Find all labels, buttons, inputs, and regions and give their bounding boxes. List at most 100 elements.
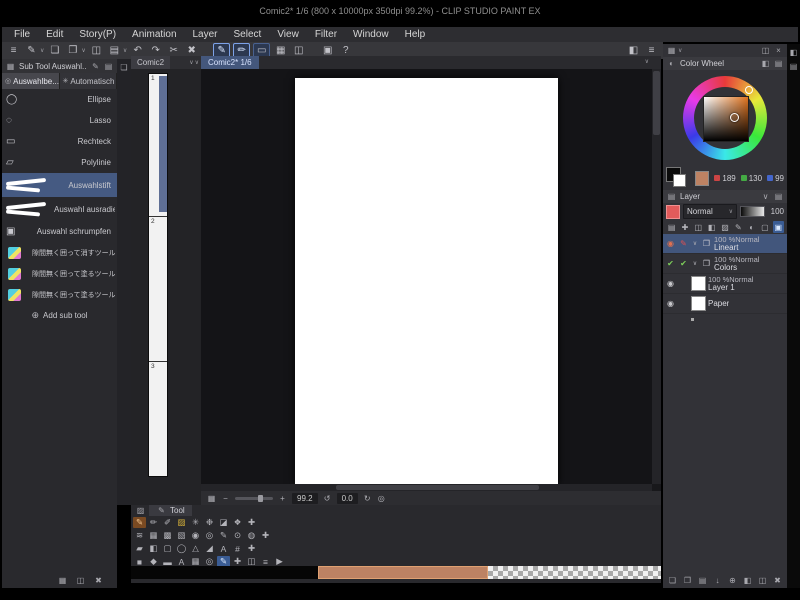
delete-subtool-icon[interactable]: ✖ bbox=[93, 575, 104, 586]
corner-tool-icon[interactable]: ◢ bbox=[203, 543, 216, 554]
visible-area-indicator[interactable] bbox=[159, 76, 167, 212]
layer-mask-icon[interactable]: ◐ bbox=[746, 221, 757, 233]
layer-expand-icon[interactable]: ∨ bbox=[691, 240, 699, 247]
subtool-item[interactable]: Auswahlstift bbox=[2, 173, 117, 197]
subtool-item[interactable]: ◌ Lasso bbox=[2, 110, 117, 131]
rotation-value[interactable]: 0.0 bbox=[336, 492, 358, 504]
layer-row[interactable]: ✔ ✔ ∨ ❐ 100 %Normal Colors bbox=[663, 254, 787, 274]
subtool-menu-icon[interactable]: ▤ bbox=[103, 61, 114, 72]
main-menu-icon[interactable]: ≡ bbox=[6, 44, 21, 58]
history-panel-tab-icon[interactable]: ▤ bbox=[788, 61, 799, 72]
layer-visibility-icon[interactable]: ◉ bbox=[665, 279, 676, 288]
close-panel-icon[interactable]: × bbox=[773, 45, 784, 56]
merge-down-icon[interactable]: ↓ bbox=[712, 575, 723, 586]
mix-tool-icon[interactable]: ◍ bbox=[245, 530, 258, 541]
color-wheel-mode-icon[interactable]: ◐ bbox=[666, 58, 677, 69]
layer-panel-menu-icon[interactable]: ▤ bbox=[773, 191, 784, 202]
canvas-tab[interactable]: Comic2* 1/6 bbox=[201, 55, 259, 70]
subtool-item[interactable]: ▭ Rechteck bbox=[2, 131, 117, 152]
layer-panel-chevron-icon[interactable]: ∨ bbox=[760, 191, 771, 202]
rotate-left-icon[interactable]: ↺ bbox=[322, 494, 333, 503]
layer-thumbnail[interactable] bbox=[691, 296, 706, 311]
decoration-tool-icon[interactable]: ❉ bbox=[203, 517, 216, 528]
operation-tool-icon[interactable]: ✚ bbox=[245, 517, 258, 528]
subtool-item[interactable]: 隙間無く囲って消すツール 参照 bbox=[2, 242, 117, 263]
reset-view-icon[interactable]: ◎ bbox=[376, 494, 387, 503]
ellipse-figure-tool-icon[interactable]: ◯ bbox=[175, 543, 188, 554]
transparent-color-segment[interactable] bbox=[488, 566, 661, 579]
black-color-segment[interactable] bbox=[131, 566, 318, 579]
subtool-item[interactable]: ▱ Polylinie bbox=[2, 152, 117, 173]
two-pane-icon[interactable]: ◫ bbox=[757, 575, 768, 586]
bg-color-swatch[interactable] bbox=[673, 174, 686, 187]
zoom-slider-thumb[interactable] bbox=[257, 494, 263, 502]
plus-tool-icon[interactable]: ✚ bbox=[245, 543, 258, 554]
layer-blend-icon[interactable]: ▤ bbox=[666, 221, 677, 233]
export-icon-chevron[interactable]: ∨ bbox=[123, 47, 127, 54]
vertical-scrollbar-thumb[interactable] bbox=[653, 71, 660, 135]
layer-thumbnail[interactable] bbox=[691, 276, 706, 291]
layer-visibility-icon[interactable]: ✔ bbox=[665, 259, 676, 268]
pin-panel-icon[interactable]: ▦ bbox=[57, 575, 68, 586]
tone-tool-icon[interactable]: ▦ bbox=[147, 530, 160, 541]
rotate-right-icon[interactable]: ↻ bbox=[362, 494, 373, 503]
color-menu-icon[interactable]: ▤ bbox=[773, 58, 784, 69]
blend-tool-icon[interactable]: ❖ bbox=[231, 517, 244, 528]
sv-cursor[interactable] bbox=[730, 113, 739, 122]
fill-tool-icon[interactable]: ▨ bbox=[175, 517, 188, 528]
subtool-tab-auswahlbe[interactable]: ◎ Auswahlbe... bbox=[2, 73, 60, 89]
frame-border-tool-icon[interactable]: ◧ bbox=[147, 543, 160, 554]
zoom-out-icon[interactable]: − bbox=[220, 494, 231, 503]
duplicate-subtool-icon[interactable]: ◫ bbox=[75, 575, 86, 586]
layer-move-icon[interactable]: ✚ bbox=[679, 221, 690, 233]
layer-row[interactable]: ◉ ✎ ∨ ❐ 100 %Normal Lineart bbox=[663, 234, 787, 254]
layer-panel-title[interactable]: Layer bbox=[680, 192, 757, 201]
menu-view[interactable]: View bbox=[269, 27, 307, 42]
color-wheel-title[interactable]: Color Wheel bbox=[680, 59, 757, 68]
menu-file[interactable]: File bbox=[6, 27, 38, 42]
menu-animation[interactable]: Animation bbox=[124, 27, 184, 42]
combine-icon[interactable]: ⊕ bbox=[727, 575, 738, 586]
menu-select[interactable]: Select bbox=[226, 27, 270, 42]
open-file-icon[interactable]: ❐ bbox=[65, 44, 80, 58]
ruler-tool-icon[interactable]: ▢ bbox=[161, 543, 174, 554]
drawing-page[interactable] bbox=[295, 78, 558, 484]
layer-mask-create-icon[interactable]: ◧ bbox=[742, 575, 753, 586]
text-tool-icon[interactable]: A bbox=[217, 543, 230, 554]
layer-expand-icon[interactable]: ∨ bbox=[691, 260, 699, 267]
layer-row[interactable]: ◉ Paper bbox=[663, 294, 787, 314]
horizontal-scrollbar-thumb[interactable] bbox=[336, 485, 540, 490]
eyedropper-tool-icon[interactable]: ◉ bbox=[189, 530, 202, 541]
save-icon[interactable]: ◫ bbox=[89, 44, 104, 58]
pattern-tool-icon[interactable]: ▩ bbox=[161, 530, 174, 541]
grid-tool-icon[interactable]: # bbox=[231, 543, 244, 554]
palette-color-chip[interactable] bbox=[666, 204, 680, 219]
focus-tool-icon[interactable]: ⊙ bbox=[231, 530, 244, 541]
gradient-tool-icon[interactable]: ≋ bbox=[133, 530, 146, 541]
circle-tool-icon[interactable]: ◎ bbox=[203, 530, 216, 541]
export-icon[interactable]: ▤ bbox=[107, 44, 122, 58]
menu-filter[interactable]: Filter bbox=[307, 27, 345, 42]
page-segment[interactable]: 1 bbox=[149, 74, 167, 217]
menu-storyp[interactable]: Story(P) bbox=[71, 27, 124, 42]
layer-ruler-icon[interactable]: ▢ bbox=[759, 221, 770, 233]
subtool-item[interactable]: 隙間無く囲って塗るツール bbox=[2, 284, 117, 305]
hatch-tool-icon[interactable]: ▧ bbox=[175, 530, 188, 541]
main-color-swatch[interactable] bbox=[694, 170, 710, 186]
menu-edit[interactable]: Edit bbox=[38, 27, 71, 42]
open-file-icon-chevron[interactable]: ∨ bbox=[81, 47, 85, 54]
pages-chevron-icon[interactable]: ∨ bbox=[189, 59, 193, 66]
menu-window[interactable]: Window bbox=[345, 27, 397, 42]
menu-layer[interactable]: Layer bbox=[185, 27, 226, 42]
color-prev-icon[interactable]: ◧ bbox=[760, 58, 771, 69]
layer-visibility-icon[interactable]: ◉ bbox=[665, 299, 676, 308]
sv-square[interactable] bbox=[703, 96, 749, 142]
brush-tool-icon[interactable]: ✐ bbox=[161, 517, 174, 528]
delete-layer-icon[interactable]: ✖ bbox=[772, 575, 783, 586]
new-file-icon[interactable]: ❏ bbox=[47, 44, 62, 58]
eraser-tool-icon[interactable]: ◪ bbox=[217, 517, 230, 528]
pencil-tool-icon[interactable]: ✏ bbox=[147, 517, 160, 528]
add-tool-icon[interactable]: ✚ bbox=[259, 530, 272, 541]
hue-cursor[interactable] bbox=[745, 86, 753, 94]
layer-lock-icon[interactable]: ◧ bbox=[706, 221, 717, 233]
